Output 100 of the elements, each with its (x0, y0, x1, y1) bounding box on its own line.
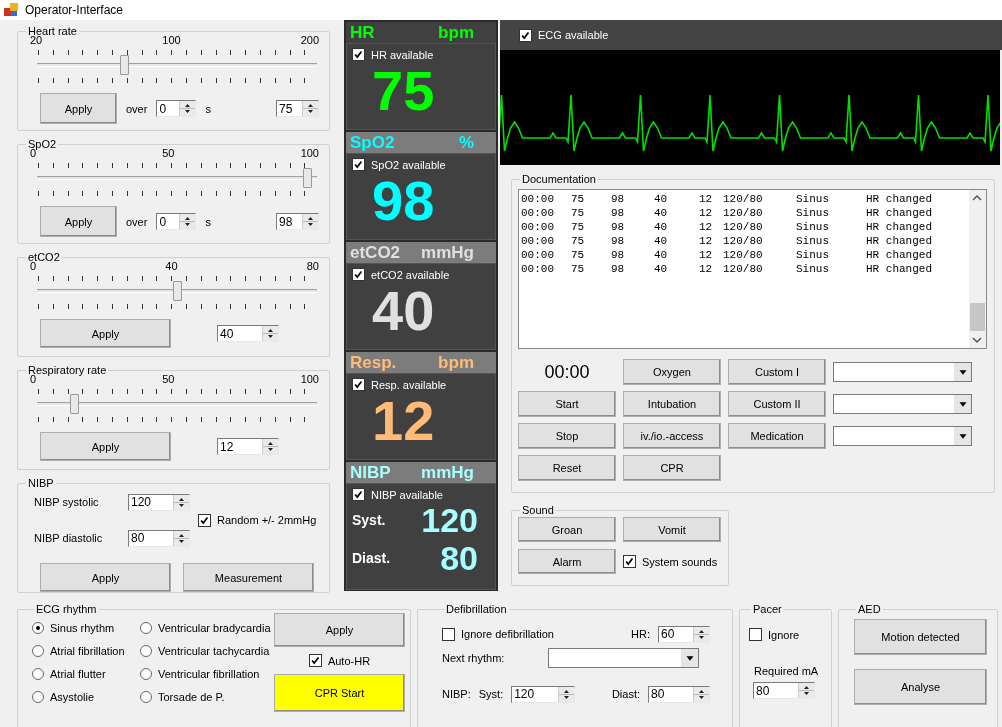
radio-button[interactable] (32, 690, 44, 703)
spin-field[interactable]: 12 (217, 438, 279, 455)
spin-arrows-icon[interactable] (798, 683, 814, 698)
checkbox[interactable] (308, 654, 322, 667)
dropdown[interactable] (548, 648, 699, 668)
slider-thumb[interactable] (302, 168, 312, 188)
radio-button[interactable] (32, 644, 44, 657)
spin-arrows-icon[interactable] (179, 101, 196, 116)
spin-arrows-icon[interactable] (558, 686, 575, 702)
checkbox[interactable] (352, 378, 365, 391)
caret-icon[interactable] (954, 427, 971, 445)
nibp-button[interactable]: Measurement (183, 563, 314, 592)
checkbox-label: ECG available (538, 29, 609, 41)
radio-button[interactable] (32, 621, 44, 634)
vital-name: HR (350, 22, 375, 43)
apply-button[interactable]: Apply (274, 613, 405, 647)
radio-button[interactable] (140, 667, 152, 680)
log-cell-text: 75 (571, 262, 586, 276)
apply-button[interactable]: Apply (40, 432, 171, 461)
spin-field[interactable]: 0 (156, 213, 197, 230)
spin-field[interactable]: 75 (276, 100, 319, 117)
checkbox-label: Ignore (768, 628, 800, 641)
caret-icon[interactable] (681, 649, 698, 667)
dropdown[interactable] (833, 362, 972, 382)
aed-button[interactable]: Motion detected (854, 619, 987, 655)
spin-arrows-icon[interactable] (262, 326, 278, 341)
apply-button[interactable]: Apply (40, 319, 171, 348)
radio-button[interactable] (140, 621, 152, 634)
spin-field[interactable]: 98 (276, 213, 319, 230)
aed-button[interactable]: Analyse (854, 669, 987, 705)
radio-button[interactable] (32, 667, 44, 680)
caret-icon[interactable] (954, 395, 971, 413)
action-button[interactable]: Custom II (728, 391, 826, 417)
log-cell-text: 75 (571, 220, 586, 234)
slider-thumb[interactable] (172, 281, 182, 301)
checkbox[interactable] (198, 513, 211, 527)
spin-field[interactable]: 0 (156, 100, 197, 117)
checkbox[interactable] (442, 627, 455, 641)
scrollbar[interactable] (969, 190, 986, 348)
action-button[interactable]: Custom I (728, 359, 826, 385)
dropdown[interactable] (833, 426, 972, 446)
log-cell-text: 00:00 (521, 234, 555, 248)
spin-field[interactable]: 120 (511, 685, 576, 703)
checkbox[interactable] (519, 28, 532, 42)
spin-field[interactable]: 80 (753, 682, 815, 699)
spin-arrows-icon[interactable] (262, 439, 278, 454)
apply-button[interactable]: Apply (40, 93, 117, 124)
caret-icon[interactable] (954, 363, 971, 381)
spin-arrows-icon[interactable] (302, 101, 318, 116)
log-cell-text: 40 (654, 192, 669, 206)
checkbox[interactable] (352, 488, 365, 501)
spin-arrows-icon[interactable] (693, 626, 709, 642)
spin-arrows-icon[interactable] (302, 214, 318, 229)
action-button[interactable]: Reset (518, 455, 616, 481)
app-icon (3, 2, 19, 18)
action-button[interactable]: Oxygen (623, 359, 721, 385)
checkbox[interactable] (623, 555, 636, 568)
scale-label: 0 (30, 373, 37, 386)
radio-button[interactable] (140, 644, 152, 657)
action-button[interactable]: CPR (623, 455, 721, 481)
checkbox-label: Auto-HR (327, 654, 371, 667)
dropdown[interactable] (833, 394, 972, 414)
action-button[interactable]: Medication (728, 423, 826, 449)
group-title: ECG rhythm (35, 603, 98, 615)
spin-field[interactable]: 120 (128, 493, 190, 511)
checkbox-label: System sounds (642, 555, 718, 568)
action-button[interactable]: Intubation (623, 391, 721, 417)
log-list[interactable] (518, 189, 987, 349)
vital-value: 120 (421, 500, 478, 540)
checkbox[interactable] (352, 158, 365, 171)
spin-arrows-icon[interactable] (173, 530, 189, 546)
spin-field[interactable]: 40 (217, 325, 279, 342)
spin-field[interactable]: 80 (128, 529, 190, 547)
field-label: NIBP diastolic (34, 532, 104, 544)
sound-button[interactable]: Alarm (518, 549, 616, 574)
spin-arrows-icon[interactable] (179, 214, 196, 229)
spin-arrows-icon[interactable] (173, 494, 189, 510)
group-title: Heart rate (27, 25, 78, 37)
field-label: Diast: (611, 688, 640, 700)
checkbox[interactable] (352, 268, 365, 281)
checkbox[interactable] (352, 48, 365, 61)
scrollbar-thumb[interactable] (970, 303, 985, 331)
checkbox[interactable] (749, 628, 762, 641)
radio-button[interactable] (140, 690, 152, 703)
log-cell-text: 120/80 (723, 262, 764, 276)
sound-button[interactable]: Vomit (623, 517, 721, 542)
cpr-start-button[interactable]: CPR Start (274, 674, 405, 712)
action-button[interactable]: Start (518, 391, 616, 417)
log-cell-text: 98 (611, 248, 626, 262)
nibp-button[interactable]: Apply (40, 563, 171, 592)
spin-arrows-icon[interactable] (693, 686, 709, 702)
action-button[interactable]: Stop (518, 423, 616, 449)
spin-field[interactable]: 80 (648, 685, 710, 703)
apply-button[interactable]: Apply (40, 206, 117, 237)
field-label: Required mA (753, 665, 820, 677)
slider-thumb[interactable] (119, 55, 129, 75)
slider-thumb[interactable] (69, 394, 79, 414)
spin-field[interactable]: 60 (658, 625, 710, 643)
sound-button[interactable]: Groan (518, 517, 616, 542)
action-button[interactable]: iv./io.-access (623, 423, 721, 449)
